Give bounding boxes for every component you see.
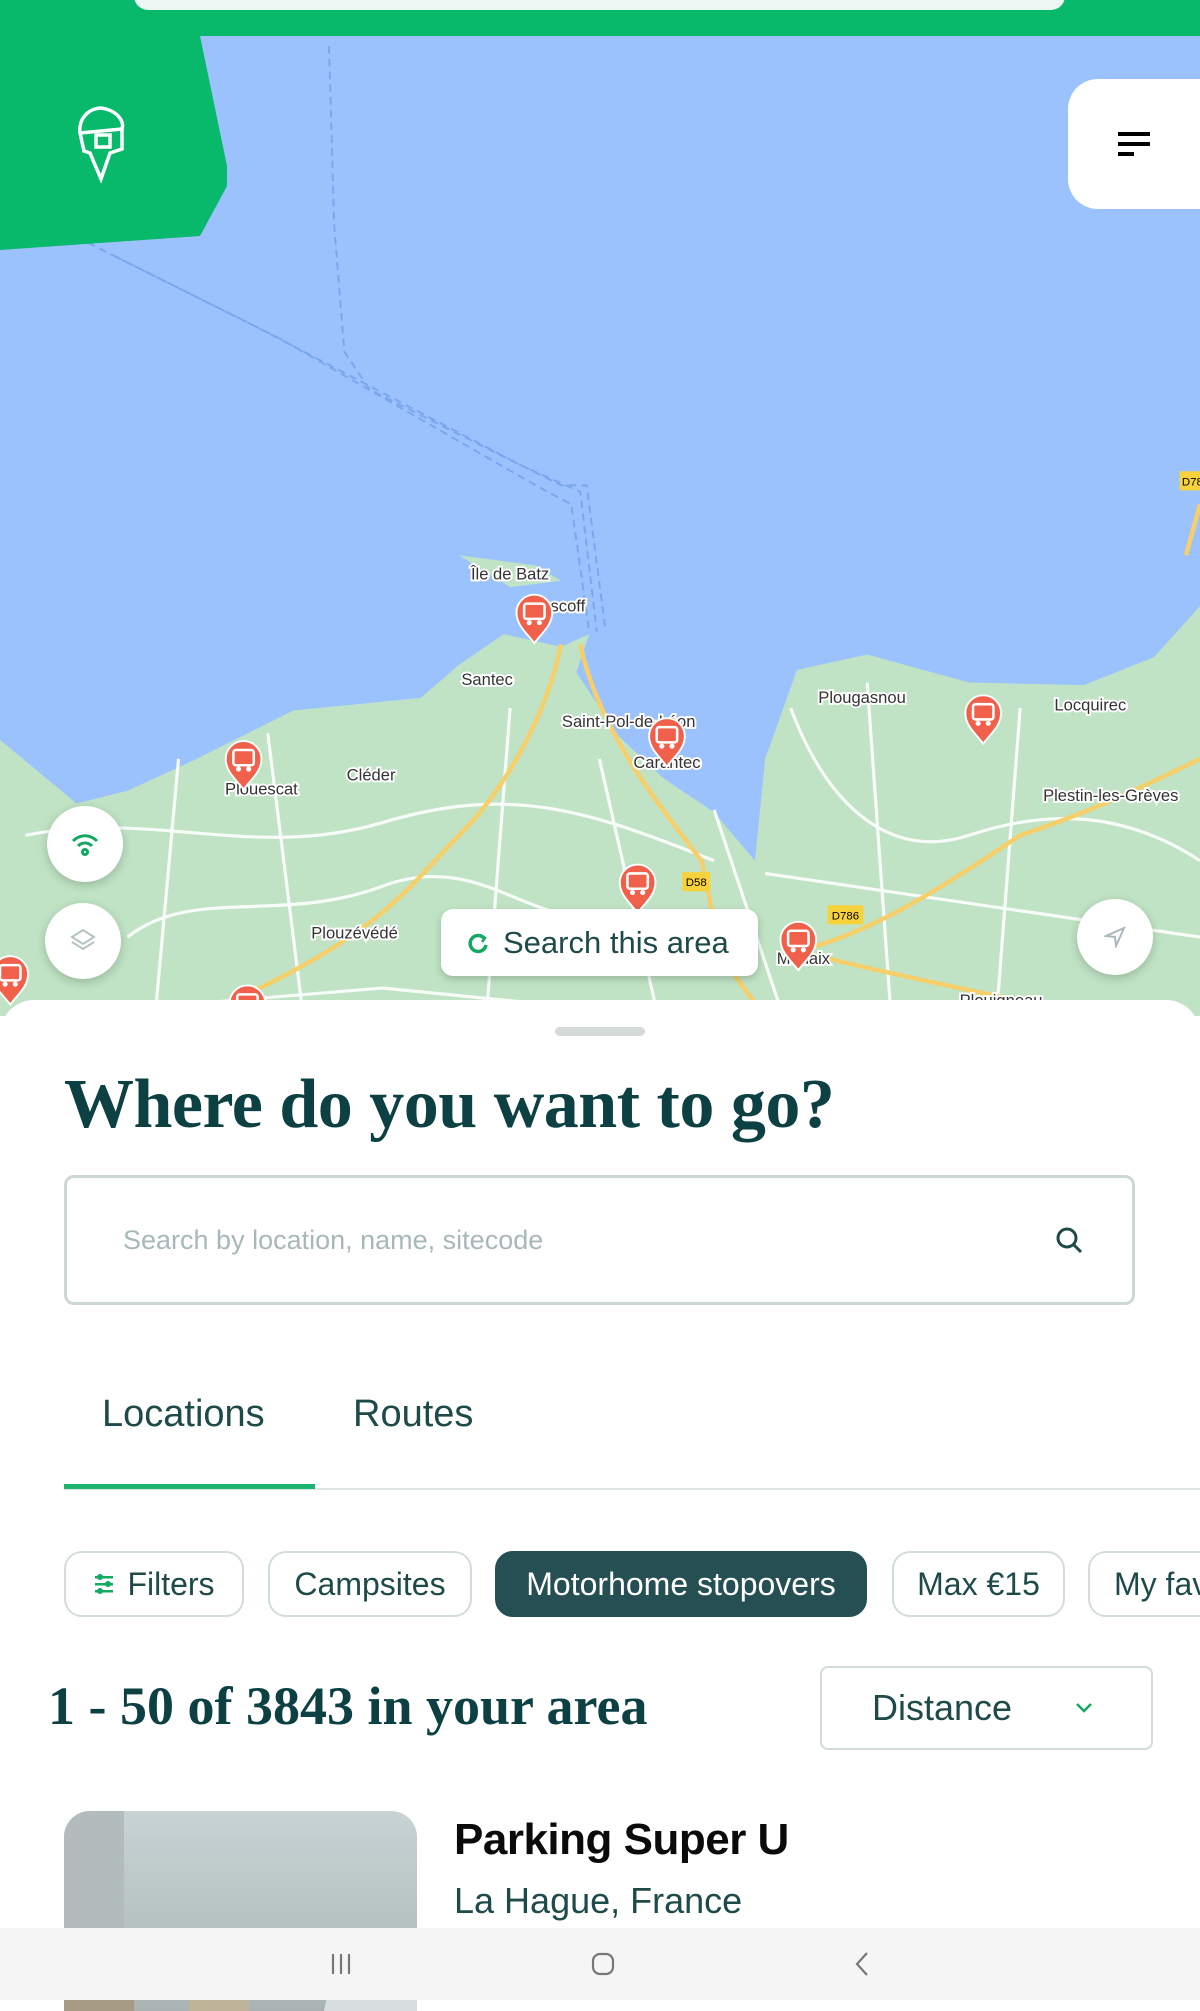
max-price-chip[interactable]: Max €15 [892,1551,1065,1617]
refresh-icon [468,933,488,953]
page-title: Where do you want to go? [64,1066,835,1143]
search-icon[interactable] [1054,1225,1084,1255]
search-this-area-label: Search this area [503,924,729,960]
result-title[interactable]: Parking Super U [454,1815,789,1865]
map-label: Santec [461,670,513,689]
sliders-icon [95,1574,114,1594]
active-tab-indicator [64,1484,315,1489]
system-nav-bar [0,1928,1200,2000]
layers-button[interactable] [45,903,121,979]
map-label: Plougasnou [818,688,905,707]
wifi-icon [71,834,99,856]
chip-label: Filters [127,1565,215,1602]
back-icon[interactable] [853,1951,871,1977]
map-label: Plouescat [225,780,298,799]
tab-locations[interactable]: Locations [102,1393,265,1436]
map-label: Plouzévédé [311,923,398,942]
my-favourites-chip[interactable]: My fav [1088,1551,1200,1617]
navigation-arrow-icon [1104,926,1126,948]
tab-routes[interactable]: Routes [353,1393,473,1436]
shield-d78: D78 [1182,476,1200,488]
search-this-area-button[interactable]: Search this area [441,909,758,976]
chevron-down-icon [1076,1703,1092,1713]
map-label: Cléder [347,766,396,785]
home-icon[interactable] [590,1951,616,1977]
shield-d786: D786 [832,910,859,922]
map-label: Locquirec [1054,696,1126,715]
sort-dropdown[interactable]: Distance [820,1666,1153,1750]
menu-button[interactable] [1068,79,1200,209]
search-input[interactable] [123,1224,1054,1256]
map-label: Île de Batz [470,564,549,583]
shield-d58: D58 [686,877,707,889]
results-count: 1 - 50 of 3843 in your area [48,1676,648,1736]
menu-icon [1118,132,1150,156]
filters-chip[interactable]: Filters [64,1551,244,1617]
recent-apps-icon[interactable] [329,1953,353,1975]
sheet-drag-handle[interactable] [555,1027,645,1036]
locate-button[interactable] [1077,899,1153,975]
top-field [134,0,1065,10]
result-location: La Hague, France [454,1880,743,1921]
wifi-button[interactable] [47,806,123,882]
campsites-chip[interactable]: Campsites [268,1551,472,1617]
sort-selected: Distance [872,1687,1013,1728]
map-label: Plestin-les-Grèves [1043,786,1178,805]
motorhome-pin-icon[interactable] [70,105,132,188]
layers-icon [70,928,96,951]
motorhome-stopovers-chip[interactable]: Motorhome stopovers [495,1551,867,1617]
search-field[interactable] [64,1175,1135,1305]
